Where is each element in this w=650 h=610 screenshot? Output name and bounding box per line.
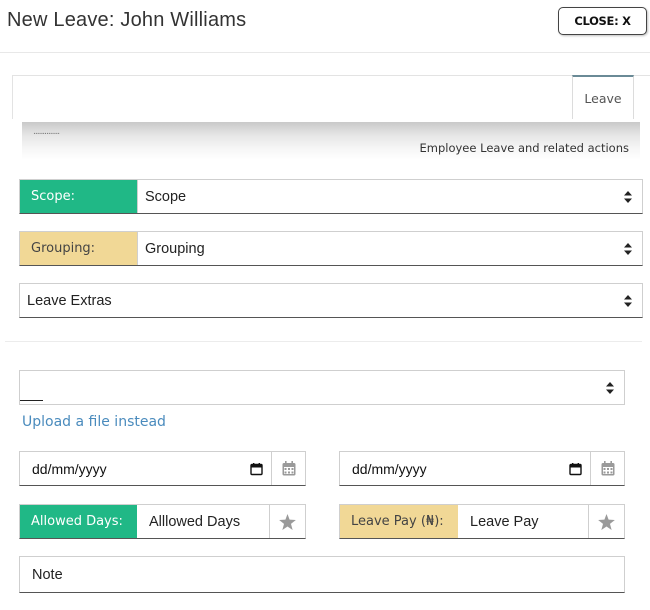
updown-arrows-icon [624, 242, 632, 255]
leave-pay-group: Leave Pay (₦): Leave Pay [339, 504, 625, 539]
start-date-addon [271, 452, 305, 485]
leave-pay-input[interactable]: Leave Pay [458, 505, 588, 538]
scope-value: Scope [145, 188, 187, 205]
updown-arrows-icon [606, 381, 614, 394]
updown-arrows-icon [624, 190, 632, 203]
grouping-value: Grouping [145, 240, 205, 257]
star-icon [279, 513, 296, 530]
star-icon [598, 513, 615, 530]
end-date-addon [590, 452, 624, 485]
calendar-icon [601, 461, 614, 476]
calendar-icon [282, 461, 295, 476]
leave-pay-label: Leave Pay (₦): [340, 505, 458, 538]
leave-extras-row: Leave Extras [19, 283, 643, 318]
note-placeholder: Note [32, 566, 63, 583]
grouping-select[interactable]: Grouping [137, 232, 642, 265]
allowed-days-placeholder: Alllowed Days [149, 513, 241, 530]
start-date-group: dd/mm/yyyy [19, 451, 306, 486]
end-date-input[interactable]: dd/mm/yyyy [340, 452, 590, 485]
section-divider [5, 341, 642, 342]
scope-row: Scope: Scope [19, 179, 643, 214]
tab-leave[interactable]: Leave [572, 75, 634, 119]
scope-select[interactable]: Scope [137, 180, 642, 213]
grouping-row: Grouping: Grouping [19, 231, 643, 266]
file-select[interactable] [19, 370, 625, 405]
end-date-placeholder: dd/mm/yyyy [352, 460, 427, 477]
banner-dots: .............. [33, 127, 60, 137]
file-select-underline [20, 400, 43, 401]
start-date-input[interactable]: dd/mm/yyyy [20, 452, 271, 485]
close-button[interactable]: CLOSE: X [558, 7, 647, 35]
calendar-picker-icon[interactable] [250, 462, 263, 475]
calendar-picker-icon[interactable] [569, 462, 582, 475]
upload-file-link[interactable]: Upload a file instead [22, 414, 166, 430]
leave-extras-value: Leave Extras [27, 292, 112, 309]
allowed-days-group: Allowed Days: Alllowed Days [19, 504, 306, 539]
updown-arrows-icon [624, 294, 632, 307]
note-input[interactable]: Note [19, 556, 625, 593]
allowed-days-input[interactable]: Alllowed Days [137, 505, 269, 538]
leave-pay-star-addon [588, 505, 624, 538]
allowed-days-star-addon [269, 505, 305, 538]
page-title: New Leave: John Williams [7, 9, 247, 31]
modal-header: New Leave: John Williams CLOSE: X [0, 0, 650, 53]
section-banner: .............. Employee Leave and relate… [22, 122, 640, 160]
grouping-label: Grouping: [20, 232, 137, 265]
allowed-days-label: Allowed Days: [20, 505, 137, 538]
leave-extras-select[interactable]: Leave Extras [20, 284, 642, 317]
leave-pay-placeholder: Leave Pay [470, 513, 539, 530]
start-date-placeholder: dd/mm/yyyy [32, 460, 107, 477]
banner-subtitle: Employee Leave and related actions [419, 141, 630, 155]
tab-bar: Leave [12, 75, 650, 119]
scope-label: Scope: [20, 180, 137, 213]
end-date-group: dd/mm/yyyy [339, 451, 625, 486]
